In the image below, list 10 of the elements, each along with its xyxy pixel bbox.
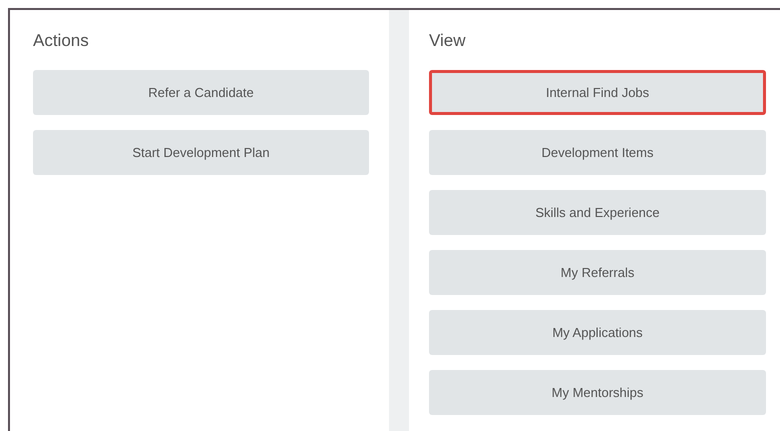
action-button[interactable]: Development Items	[429, 130, 766, 175]
action-button[interactable]: My Applications	[429, 310, 766, 355]
action-button[interactable]: My Referrals	[429, 250, 766, 295]
action-button[interactable]: Internal Find Jobs	[429, 70, 766, 115]
action-button[interactable]: My Mentorships	[429, 370, 766, 415]
action-button[interactable]: Start Development Plan	[33, 130, 369, 175]
section-title: View	[429, 30, 466, 52]
section-title: Actions	[33, 30, 89, 52]
action-button[interactable]: Skills and Experience	[429, 190, 766, 235]
action-button[interactable]: Refer a Candidate	[33, 70, 369, 115]
